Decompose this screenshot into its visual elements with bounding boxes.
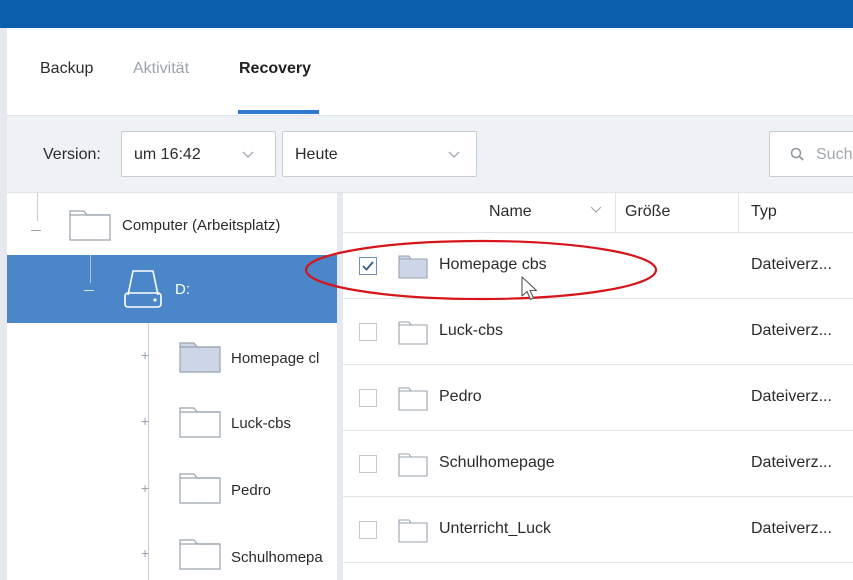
tab-backup[interactable]: Backup xyxy=(40,60,93,78)
title-bar xyxy=(0,0,853,28)
collapse-icon[interactable] xyxy=(31,230,41,231)
expand-icon[interactable]: + xyxy=(141,545,149,561)
list-row[interactable]: Schulhomepage Dateiverz... xyxy=(343,431,853,497)
tree-connector xyxy=(37,193,38,221)
folder-icon xyxy=(179,339,221,377)
version-day-value: Heute xyxy=(295,146,338,163)
row-checkbox[interactable] xyxy=(359,389,377,407)
chevron-down-icon xyxy=(448,144,460,167)
tree-item-drive-d[interactable]: D: xyxy=(7,255,337,323)
row-type: Dateiverz... xyxy=(751,322,832,339)
row-name: Pedro xyxy=(439,388,482,405)
row-checkbox[interactable] xyxy=(359,323,377,341)
folder-icon xyxy=(179,404,221,442)
expand-icon[interactable]: + xyxy=(141,413,149,429)
tree-item-homepage[interactable]: + Homepage cl xyxy=(7,323,337,389)
tree-item-label: Pedro xyxy=(231,482,272,499)
column-divider[interactable] xyxy=(615,193,616,233)
row-checkbox[interactable] xyxy=(359,521,377,539)
folder-tree: Computer (Arbeitsplatz) D: + Homepage cl… xyxy=(7,193,337,580)
search-input[interactable]: Such xyxy=(769,131,853,177)
sort-chevron-icon xyxy=(590,203,602,221)
tree-item-label: Homepage cl xyxy=(231,350,320,367)
search-icon xyxy=(790,145,806,167)
version-time-dropdown[interactable]: um 16:42 xyxy=(121,131,276,177)
folder-icon xyxy=(398,385,428,415)
list-row[interactable]: Luck-cbs Dateiverz... xyxy=(343,299,853,365)
tree-connector xyxy=(90,255,91,283)
mouse-cursor-icon xyxy=(521,276,538,301)
row-name: Schulhomepage xyxy=(439,454,555,471)
expand-icon[interactable]: + xyxy=(141,480,149,496)
tab-recovery[interactable]: Recovery xyxy=(239,60,311,78)
folder-icon xyxy=(398,517,428,547)
row-type: Dateiverz... xyxy=(751,256,832,273)
folder-icon xyxy=(69,207,111,245)
left-edge-strip xyxy=(0,28,7,580)
column-header-name[interactable]: Name xyxy=(489,203,532,221)
collapse-icon[interactable] xyxy=(84,290,94,291)
column-header-type[interactable]: Typ xyxy=(751,203,777,221)
tree-item-label: Luck-cbs xyxy=(231,415,292,432)
tree-item-computer[interactable]: Computer (Arbeitsplatz) xyxy=(7,193,337,255)
list-row[interactable]: Unterricht_Luck Dateiverz... xyxy=(343,497,853,563)
expand-icon[interactable]: + xyxy=(141,347,149,363)
drive-icon xyxy=(122,269,164,313)
folder-icon xyxy=(398,451,428,481)
folder-icon xyxy=(179,536,221,574)
tree-item-label: Schulhomepa xyxy=(231,549,323,566)
version-toolbar: Version: um 16:42 Heute Such xyxy=(7,115,853,193)
row-type: Dateiverz... xyxy=(751,520,832,537)
row-name: Unterricht_Luck xyxy=(439,520,552,537)
tree-item-label: D: xyxy=(175,281,190,298)
column-divider[interactable] xyxy=(738,193,739,233)
row-name: Luck-cbs xyxy=(439,322,504,339)
version-time-value: um 16:42 xyxy=(134,146,201,163)
tree-item-schulhomepage[interactable]: + Schulhomepa xyxy=(7,521,337,580)
search-placeholder: Such xyxy=(816,146,853,163)
version-day-dropdown[interactable]: Heute xyxy=(282,131,477,177)
tree-item-pedro[interactable]: + Pedro xyxy=(7,455,337,521)
row-checkbox[interactable] xyxy=(359,455,377,473)
list-header: Name Größe Typ xyxy=(343,193,853,233)
folder-icon xyxy=(179,470,221,508)
annotation-ellipse xyxy=(304,239,658,301)
column-header-size[interactable]: Größe xyxy=(625,203,670,221)
chevron-down-icon xyxy=(242,144,254,167)
active-tab-indicator xyxy=(238,110,319,114)
row-type: Dateiverz... xyxy=(751,388,832,405)
tab-activity[interactable]: Aktivität xyxy=(133,60,189,78)
tree-item-label: Computer (Arbeitsplatz) xyxy=(122,217,281,234)
list-row[interactable]: Pedro Dateiverz... xyxy=(343,365,853,431)
row-type: Dateiverz... xyxy=(751,454,832,471)
folder-icon xyxy=(398,319,428,349)
tree-item-luck-cbs[interactable]: + Luck-cbs xyxy=(7,389,337,455)
version-label: Version: xyxy=(43,146,101,163)
